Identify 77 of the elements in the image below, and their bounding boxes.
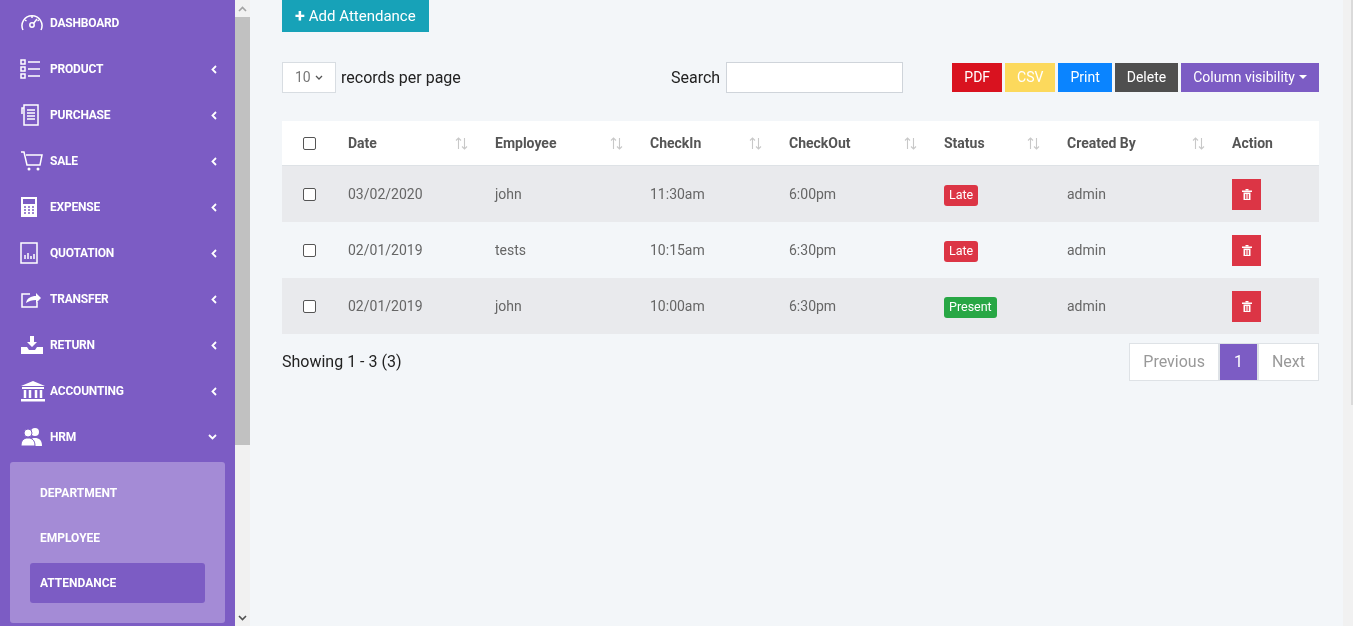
table-cell: tests	[495, 242, 527, 258]
sort-icon[interactable]	[610, 136, 623, 150]
cart-icon	[20, 150, 44, 172]
download-tray-icon	[20, 335, 44, 355]
export-button[interactable]: Delete	[1114, 63, 1179, 92]
table-cell: 11:30am	[650, 186, 705, 202]
bank-icon	[20, 380, 46, 402]
chevron-down-icon	[315, 75, 323, 80]
table-cell: admin	[1067, 298, 1106, 314]
trash-icon	[1241, 244, 1252, 256]
checkbox[interactable]	[303, 136, 316, 150]
sidebar-item[interactable]: DASHBOARD	[0, 0, 235, 46]
column-header[interactable]: Employee	[477, 132, 632, 154]
sidebar-item[interactable]: PURCHASE	[0, 92, 235, 138]
list-icon	[20, 59, 42, 79]
delete-button[interactable]	[1232, 178, 1261, 210]
sidebar-item[interactable]: EXPENSE	[0, 184, 235, 230]
table-cell: admin	[1067, 186, 1106, 202]
export-button[interactable]: Print	[1058, 63, 1112, 92]
search-field[interactable]	[726, 62, 904, 93]
checkbox[interactable]	[303, 299, 316, 313]
column-header[interactable]: CheckIn	[632, 132, 771, 154]
table-info: Showing 1 - 3 (3)	[282, 351, 402, 373]
sidebar-item[interactable]: HRM	[0, 414, 235, 460]
export-button[interactable]: Column visibility	[1181, 63, 1319, 92]
column-header[interactable]: Status	[926, 132, 1049, 154]
table-cell: john	[495, 186, 522, 202]
page-button[interactable]: 1	[1218, 343, 1258, 381]
checkbox[interactable]	[303, 187, 316, 201]
table-cell: 02/01/2019	[348, 242, 423, 258]
sort-icon[interactable]	[749, 136, 762, 150]
table-cell: 6:30pm	[789, 298, 837, 314]
table-cell: 6:30pm	[789, 242, 837, 258]
scroll-down-icon[interactable]	[238, 614, 247, 621]
column-header[interactable]: Created By	[1049, 132, 1214, 154]
submenu-item[interactable]: ATTENDANCE	[30, 563, 205, 603]
table-cell: 03/02/2020	[348, 186, 423, 202]
submenu-item[interactable]: EMPLOYEE	[30, 518, 205, 558]
table-cell: admin	[1067, 242, 1106, 258]
sidebar-item[interactable]: SALE	[0, 138, 235, 184]
sort-icon[interactable]	[1192, 136, 1205, 150]
sidebar-item[interactable]: PRODUCT	[0, 46, 235, 92]
column-header[interactable]: CheckOut	[771, 132, 926, 154]
trash-icon	[1241, 188, 1252, 200]
column-header[interactable]: Action	[1214, 132, 1319, 154]
table-cell: 10:15am	[650, 242, 705, 258]
sort-icon[interactable]	[455, 136, 468, 150]
add-attendance-button[interactable]: + Add Attendance	[282, 0, 429, 32]
sort-icon[interactable]	[1027, 136, 1040, 150]
sidebar-item[interactable]: TRANSFER	[0, 276, 235, 322]
trash-icon	[1241, 300, 1252, 312]
scroll-up-icon[interactable]	[238, 5, 247, 12]
delete-button[interactable]	[1232, 290, 1261, 322]
table-cell: john	[495, 298, 522, 314]
caret-down-icon	[1299, 75, 1307, 80]
status-badge: Late	[944, 185, 979, 206]
calculator-icon	[20, 196, 38, 218]
sidebar-item[interactable]: QUOTATION	[0, 230, 235, 276]
sort-icon[interactable]	[904, 136, 917, 150]
table-cell: 10:00am	[650, 298, 705, 314]
users-icon	[20, 427, 44, 447]
table-cell: 6:00pm	[789, 186, 837, 202]
status-badge: Late	[944, 241, 979, 262]
sidebar-item[interactable]: ACCOUNTING	[0, 368, 235, 414]
records-per-page-label: records per page	[341, 66, 461, 89]
column-header[interactable]: Date	[330, 132, 477, 154]
page-length-select[interactable]: 10	[282, 62, 336, 93]
document-icon	[20, 104, 40, 126]
status-badge: Present	[944, 297, 997, 318]
table-cell: 02/01/2019	[348, 298, 423, 314]
delete-button[interactable]	[1232, 234, 1261, 266]
search-label: Search	[671, 66, 721, 89]
export-button[interactable]: PDF	[952, 63, 1003, 92]
sidebar-item[interactable]: RETURN	[0, 322, 235, 368]
bar-chart-document-icon	[20, 242, 38, 264]
submenu-item[interactable]: DEPARTMENT	[30, 473, 205, 513]
checkbox[interactable]	[303, 243, 316, 257]
